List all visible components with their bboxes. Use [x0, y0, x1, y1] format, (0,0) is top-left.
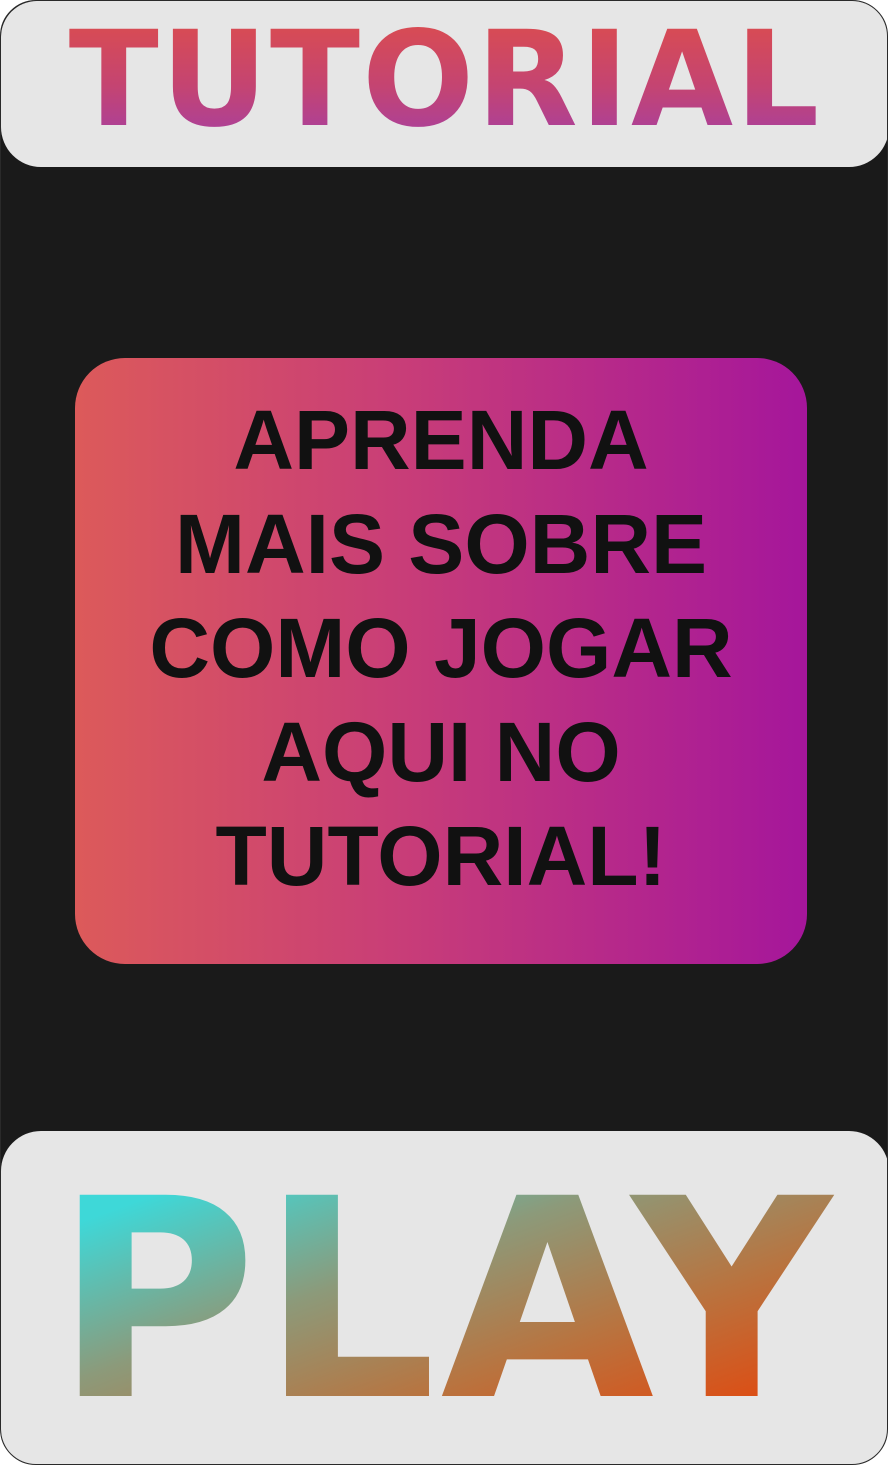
tutorial-info-card: APRENDA MAIS SOBRE COMO JOGAR AQUI NO TU…	[75, 358, 807, 964]
play-button[interactable]: PLAY	[1, 1131, 887, 1464]
play-label: PLAY	[54, 1140, 836, 1462]
tutorial-button[interactable]: TUTORIAL	[1, 1, 887, 167]
app-frame: TUTORIAL APRENDA MAIS SOBRE COMO JOGAR A…	[0, 0, 888, 1465]
tutorial-title: TUTORIAL	[68, 3, 822, 157]
tutorial-info-text: APRENDA MAIS SOBRE COMO JOGAR AQUI NO TU…	[149, 393, 733, 903]
